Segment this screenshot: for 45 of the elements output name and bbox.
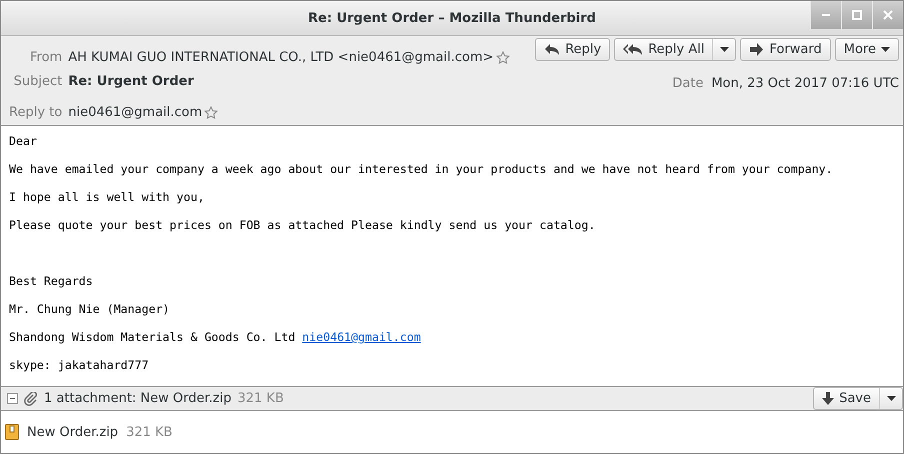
from-label: From — [29, 49, 62, 67]
archive-file-icon — [5, 424, 19, 440]
download-arrow-icon — [822, 392, 834, 405]
caret-icon — [886, 396, 896, 401]
forward-button[interactable]: Forward — [740, 38, 831, 61]
message-line: Mr. Chung Nie (Manager) — [9, 302, 170, 316]
reply-all-button[interactable]: Reply All — [615, 39, 714, 60]
subject: Re: Urgent Order — [68, 73, 194, 91]
caret-icon — [720, 47, 729, 52]
reply-button[interactable]: Reply — [535, 38, 610, 61]
save-button[interactable]: Save — [814, 388, 880, 409]
reply-to-label: Reply to — [8, 104, 62, 122]
message-line: Dear — [9, 134, 37, 148]
date-label: Date — [672, 76, 704, 91]
message-line: skype: jakatahard777 — [9, 358, 149, 372]
paperclip-icon — [24, 392, 38, 406]
minimize-icon — [822, 14, 830, 16]
close-icon — [883, 10, 893, 20]
star-icon[interactable] — [496, 51, 510, 65]
forward-arrow-icon — [749, 43, 764, 56]
more-button[interactable]: More — [834, 38, 899, 61]
window-title: Re: Urgent Order – Mozilla Thunderbird — [308, 10, 596, 26]
sender[interactable]: AH KUMAI GUO INTERNATIONAL CO., LTD <nie0461@gmail.com> — [68, 46, 494, 70]
caret-icon — [881, 47, 890, 52]
attachment-summary: 1 attachment: New Order.zip — [44, 391, 232, 406]
attachment-size: 321 KB — [126, 424, 172, 440]
attachment-name[interactable]: New Order.zip — [27, 424, 118, 440]
email-link[interactable]: nie0461@gmail.com — [302, 330, 421, 344]
star-icon[interactable] — [204, 106, 218, 120]
reply-arrow-icon — [544, 43, 560, 56]
close-button[interactable] — [872, 1, 903, 29]
reply-all-arrow-icon — [623, 43, 644, 56]
attachment-size: 321 KB — [237, 391, 284, 406]
subject-label: Subject — [12, 73, 62, 91]
message-line: Shandong Wisdom Materials & Goods Co. Ltd nie0461@gmail.com — [9, 330, 421, 344]
message-line: Best Regards — [9, 274, 93, 288]
maximize-icon — [852, 10, 862, 20]
message-line: Please quote your best prices on FOB as attached Please kindly send us your catalog. — [9, 218, 596, 232]
message-line: I hope all is well with you, — [9, 190, 204, 204]
message-line: We have emailed your company a week ago about our interested in your products and we have not heard from your company. — [9, 162, 833, 176]
date: Mon, 23 Oct 2017 07:16 UTC — [711, 76, 899, 91]
collapse-icon[interactable] — [7, 393, 18, 404]
minimize-button[interactable] — [810, 1, 841, 29]
reply-to-address[interactable]: nie0461@gmail.com — [68, 101, 202, 125]
maximize-button[interactable] — [841, 1, 872, 29]
